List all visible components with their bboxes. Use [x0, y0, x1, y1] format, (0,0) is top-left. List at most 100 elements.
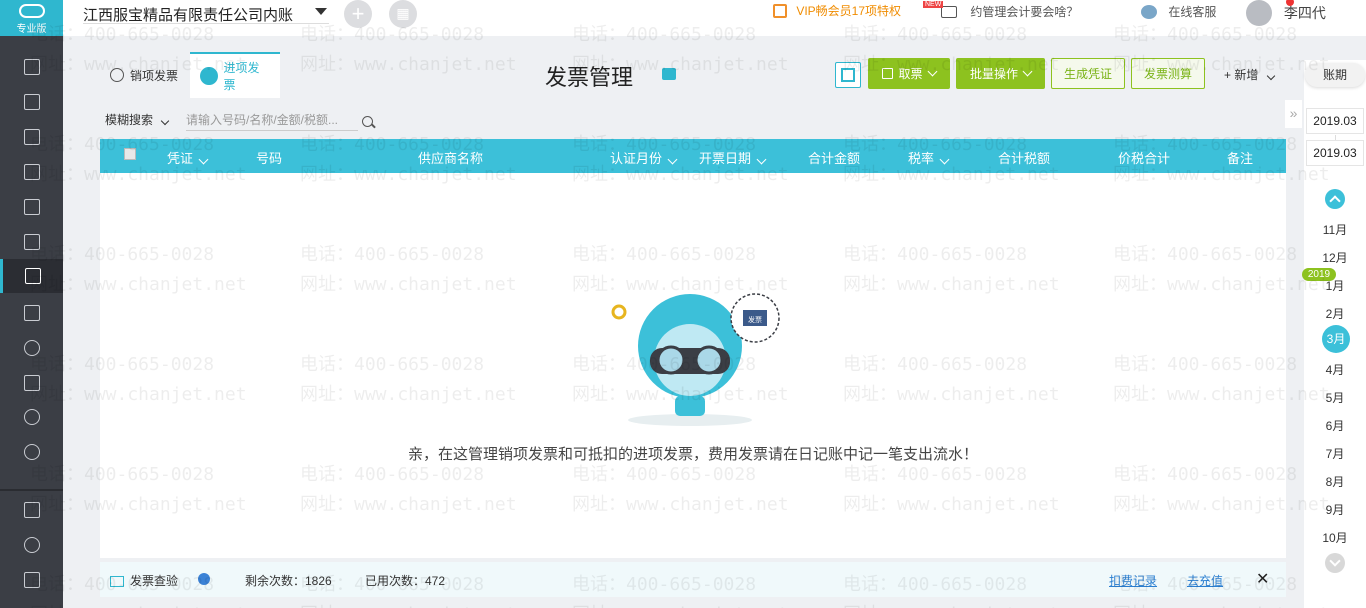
month-item[interactable]: 12月 [1306, 249, 1364, 266]
recharge-link[interactable]: 去充值 [1187, 572, 1223, 589]
column-label: 开票日期 [699, 151, 752, 166]
chevron-down-icon [756, 154, 767, 165]
service-avatar-icon [1141, 5, 1157, 19]
column-label: 凭证 [167, 151, 194, 166]
sidebar-item-ledger[interactable] [0, 155, 63, 189]
user-menu[interactable]: 李四代 [1246, 0, 1326, 26]
vip-link[interactable]: VIP畅会员17项特权 [773, 2, 901, 19]
column-header-remark: 备注 [1227, 151, 1254, 166]
ledger-period-button[interactable]: 账期 [1305, 63, 1365, 87]
plus-icon: + [1224, 68, 1235, 82]
product-logo[interactable]: 专业版 [0, 0, 63, 36]
period-to[interactable]: 2019.03 [1306, 140, 1364, 166]
column-header-invoice-date[interactable]: 开票日期 [699, 148, 767, 167]
month-item[interactable]: 4月 [1306, 361, 1364, 378]
company-name: 江西服宝精品有限责任公司内账 [83, 7, 294, 24]
batch-ops-button[interactable]: 批量操作 [956, 58, 1045, 89]
sidebar-item-journal[interactable] [0, 225, 63, 259]
select-all-checkbox[interactable] [124, 148, 136, 160]
online-service-label: 在线客服 [1168, 5, 1217, 19]
invoice-check-button[interactable]: 发票查验 [110, 572, 178, 589]
month-item[interactable]: 6月 [1306, 417, 1364, 434]
online-service-link[interactable]: 在线客服 [1141, 3, 1216, 20]
gen-voucher-label: 生成凭证 [1063, 67, 1112, 81]
ticket-icon [882, 68, 894, 79]
watermark-text: 网址：www.chanjet.net [300, 600, 517, 608]
sidebar-item-speed[interactable] [0, 528, 63, 562]
sidebar-item-calendar[interactable] [0, 190, 63, 224]
search-icon[interactable] [362, 116, 373, 127]
tab-purchase-invoice[interactable]: 进项发票 [190, 52, 280, 98]
add-company-button[interactable]: + [344, 0, 372, 28]
sidebar-item-voucher[interactable] [0, 85, 63, 119]
sidebar-item-files[interactable] [0, 563, 63, 597]
apps-button[interactable]: ▦ [389, 0, 417, 28]
close-icon[interactable]: ✕ [1256, 569, 1269, 589]
deduct-record-link[interactable]: 扣费记录 [1109, 572, 1157, 589]
chevron-down-icon [939, 154, 950, 165]
video-icon [941, 6, 957, 18]
sidebar-item-video[interactable] [0, 493, 63, 527]
tab-sales-invoice[interactable]: 销项发票 [100, 52, 188, 98]
add-button[interactable]: + 新增 [1224, 66, 1275, 83]
take-ticket-button[interactable]: 取票 [868, 58, 950, 89]
chevron-down-icon [927, 66, 937, 77]
used-count: 已用次数：472 [365, 574, 446, 588]
top-bar: 江西服宝精品有限责任公司内账 + ▦ VIP畅会员17项特权 NEW 约管理会计… [63, 0, 1366, 36]
scroll-up-button[interactable] [1325, 189, 1345, 209]
image-icon [23, 305, 40, 321]
column-label: 税率 [908, 151, 935, 166]
month-item[interactable]: 10月 [1306, 529, 1364, 546]
column-header-total: 价税合计 [1118, 151, 1171, 166]
tab-label: 进项发票 [223, 61, 260, 92]
info-dot [198, 573, 210, 585]
chart-icon [23, 129, 40, 145]
sidebar-item-assets[interactable] [0, 366, 63, 400]
column-header-cert-month[interactable]: 认证月份 [610, 148, 678, 167]
column-header-tax-amount: 合计税额 [998, 151, 1051, 166]
column-header-voucher[interactable]: 凭证 [167, 148, 209, 167]
promo-link[interactable]: NEW 约管理会计要会啥？ [923, 1, 1078, 20]
column-header-tax-rate[interactable]: 税率 [908, 148, 950, 167]
month-item[interactable]: 11月 [1306, 221, 1364, 238]
qr-scan-button[interactable] [835, 62, 861, 88]
sidebar-item-report[interactable] [0, 120, 63, 154]
sidebar-item-home[interactable] [0, 50, 63, 84]
scroll-down-button[interactable] [1325, 553, 1345, 573]
speaker-icon [773, 4, 787, 18]
month-item[interactable]: 1月 [1306, 277, 1364, 294]
cloud-icon [18, 4, 45, 18]
company-selector[interactable]: 江西服宝精品有限责任公司内账 [83, 4, 329, 24]
search-doc-icon [23, 375, 40, 391]
month-item[interactable]: 5月 [1306, 389, 1364, 406]
video-tutorial-icon[interactable] [662, 68, 676, 80]
sidebar-item-invoice[interactable] [0, 259, 63, 293]
sidebar-item-payroll[interactable] [0, 331, 63, 365]
search-mode-select[interactable]: 模糊搜索 [105, 111, 170, 128]
sidebar-item-settings[interactable] [0, 435, 63, 469]
month-item[interactable]: 2月 [1306, 305, 1364, 322]
user-name: 李四代 [1283, 5, 1326, 21]
column-header-supplier: 供应商名称 [418, 151, 484, 166]
video-icon [23, 502, 40, 518]
period-from[interactable]: 2019.03 [1306, 108, 1364, 134]
month-item[interactable]: 8月 [1306, 473, 1364, 490]
month-item[interactable]: 7月 [1306, 445, 1364, 462]
plus-icon: + [351, 1, 365, 26]
new-badge: NEW [923, 1, 944, 8]
sidebar: 专业版 [0, 0, 63, 608]
gauge-icon [23, 537, 40, 553]
invoice-calc-button[interactable]: 发票测算 [1131, 58, 1205, 89]
month-item[interactable]: 9月 [1306, 501, 1364, 518]
empty-state-illustration: 发票 [611, 293, 780, 426]
gen-voucher-button[interactable]: 生成凭证 [1051, 58, 1125, 89]
search-input[interactable] [186, 109, 358, 131]
sidebar-divider [0, 489, 63, 491]
sidebar-item-inventory[interactable] [0, 296, 63, 330]
month-item-selected[interactable]: 3月 [1322, 325, 1350, 353]
info-icon[interactable] [198, 573, 210, 588]
page-header: 销项发票 进项发票 发票管理 取票 批量操作 生成凭证 发票测算 + 新增 [100, 52, 1286, 98]
qr-icon [841, 68, 855, 82]
sidebar-item-tax[interactable] [0, 400, 63, 434]
collapse-panel-button[interactable]: » [1285, 100, 1302, 128]
